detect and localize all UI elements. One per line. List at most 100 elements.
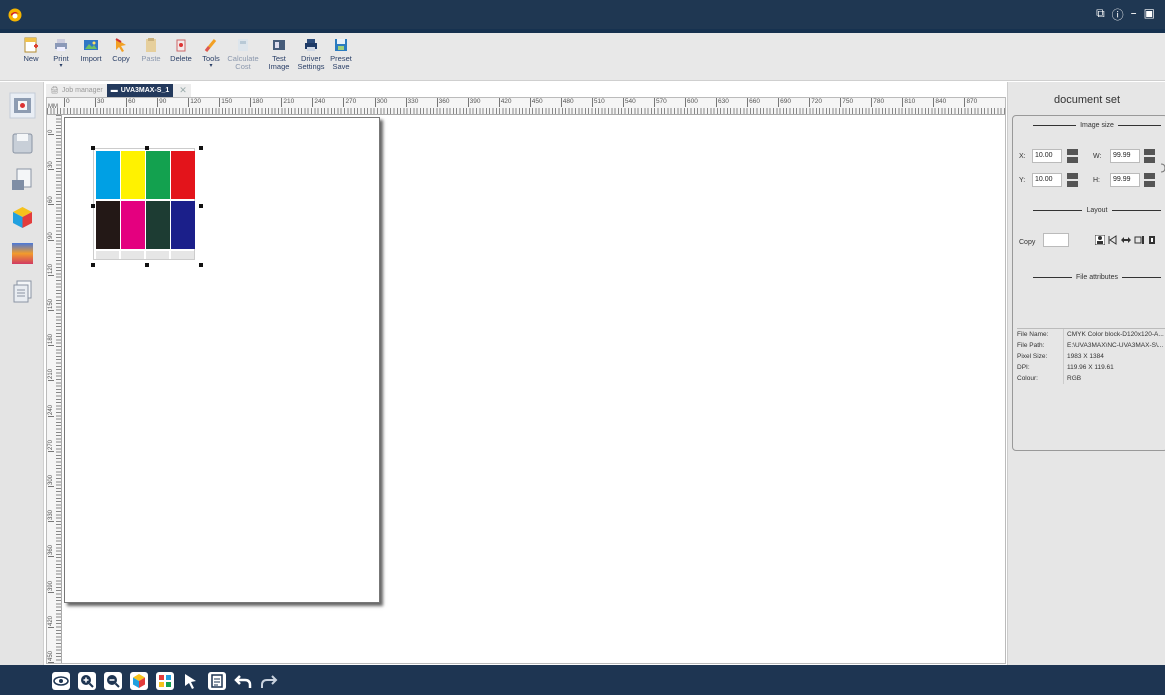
link-ratio-icon[interactable] [1158,162,1165,174]
attribute-key: DPI: [1017,364,1030,371]
copy-count-label: Copy [1019,239,1036,246]
attribute-value: RGB [1063,373,1165,384]
zoom-in-icon[interactable] [78,672,96,690]
grid-color-icon[interactable] [156,672,174,690]
tools-icon [204,39,217,52]
ruler-tick-label: 420 [498,98,512,107]
attribute-value: E:\UVA3MAX\NC-UVA3MAX-S\... [1063,340,1165,351]
print-job-icon[interactable] [9,92,36,119]
ruler-tick-label: 480 [560,98,574,107]
zoom-out-icon[interactable] [104,672,122,690]
x-stepper[interactable] [1067,149,1078,163]
color-swatch [121,151,145,199]
new-label: New [23,54,39,63]
save-icon[interactable] [9,130,36,157]
y-stepper[interactable] [1067,173,1078,187]
color-cube-icon[interactable] [130,672,148,690]
calculate-icon [238,39,248,51]
w-input[interactable]: 99.99 [1110,149,1140,163]
document-tab-icon: ▬ [110,87,118,94]
resize-handle[interactable] [199,146,203,150]
tab-job-manager-label: Job manager [61,87,103,94]
ruler-tick-label: 750 [840,98,854,107]
import-label: Import [80,54,102,63]
tools-button[interactable]: Tools ▾ [196,37,226,69]
align-left-icon[interactable] [1108,235,1118,245]
resize-handle[interactable] [91,204,95,208]
layout-header-label: Layout [1086,207,1108,214]
test-image-button[interactable]: Test Image [264,37,294,71]
h-label: H: [1093,177,1100,184]
tab-close-button[interactable]: ✕ [173,84,191,97]
import-button[interactable]: Import [76,37,106,63]
w-stepper[interactable] [1144,149,1155,163]
new-button[interactable]: New [16,37,46,63]
calculate-cost-button[interactable]: Calculate Cost [227,37,259,71]
copy-count-input[interactable] [1043,233,1069,247]
left-sidebar [0,82,44,665]
restore-icon[interactable]: ⧉ [1096,6,1105,23]
color-cube-sidebar-icon[interactable] [9,204,36,231]
redo-icon[interactable] [260,672,278,690]
title-bar: ⧉ ⓘ – ▣ [0,0,1165,33]
paste-button[interactable]: Paste [136,37,166,63]
ruler-tick-label-vertical: 450 [48,650,54,663]
person-layout-icon[interactable] [1095,235,1105,245]
window-icon[interactable]: ▣ [1144,6,1155,23]
ruler-tick-label: 540 [622,98,636,107]
color-block-image[interactable] [93,148,195,260]
document-list-icon[interactable] [208,672,226,690]
attribute-value: 119.96 X 119.61 [1063,362,1165,373]
gradient-image-icon[interactable] [9,240,36,267]
align-right-icon[interactable] [1134,235,1144,245]
h-stepper[interactable] [1144,173,1155,187]
help-icon[interactable]: ⓘ [1112,6,1124,23]
resize-handle[interactable] [91,146,95,150]
undo-icon[interactable] [234,672,252,690]
ruler-tick-label: 30 [95,98,105,107]
y-label: Y: [1019,177,1026,184]
test-image-icon [273,40,285,50]
select-arrow-icon[interactable] [182,672,200,690]
layout-header: Layout [1013,207,1165,214]
y-input[interactable]: 10.00 [1032,173,1062,187]
resize-handle[interactable] [91,263,95,267]
export-icon[interactable] [9,166,36,193]
horizontal-arrows-icon[interactable] [1121,235,1131,245]
import-icon [84,40,98,50]
delete-button[interactable]: Delete [166,37,196,63]
attribute-value: CMYK Color block-D120x120-A... [1063,329,1165,340]
tools-label: Tools [202,54,220,63]
attribute-key: Colour: [1017,375,1038,382]
driver-settings-button[interactable]: Driver Settings [296,37,326,71]
attribute-key: File Path: [1017,342,1045,349]
document-tabs: 🖨 Job manager ▬ UVA3MAX-S_1 ✕ [46,84,191,97]
ruler-tick-label: 240 [312,98,326,107]
x-input[interactable]: 10.00 [1032,149,1062,163]
driver-settings-label: Driver Settings [297,54,325,71]
design-canvas[interactable]: MM 0 30 60 90 120 150 180 210 240 270 300 330 360 390… [46,97,1006,664]
ruler-tick-label-vertical: 240 [48,404,54,417]
view-icon[interactable] [52,672,70,690]
preset-save-button[interactable]: Preset Save [326,37,356,71]
ruler-tick-label: 870 [964,98,978,107]
h-input[interactable]: 99.99 [1110,173,1140,187]
print-dropdown-icon[interactable]: ▾ [59,63,62,69]
resize-handle[interactable] [199,263,203,267]
resize-handle[interactable] [145,263,149,267]
tab-job-manager[interactable]: 🖨 Job manager [46,84,107,97]
ruler-tick-label: 270 [343,98,357,107]
resize-handle[interactable] [145,146,149,150]
align-edge-icon[interactable] [1147,235,1157,245]
print-page[interactable] [64,117,380,603]
document-pages-icon[interactable] [9,278,36,305]
resize-handle[interactable] [199,204,203,208]
delete-label: Delete [170,54,192,63]
print-button[interactable]: Print ▾ [46,37,76,69]
ruler-tick-label: 0 [64,98,70,107]
tools-dropdown-icon[interactable]: ▾ [209,63,212,69]
minimize-icon[interactable]: – [1131,6,1137,23]
bottom-toolbar [0,665,1165,695]
copy-button[interactable]: Copy [106,37,136,63]
tab-uva3max[interactable]: ▬ UVA3MAX-S_1 [106,84,174,97]
